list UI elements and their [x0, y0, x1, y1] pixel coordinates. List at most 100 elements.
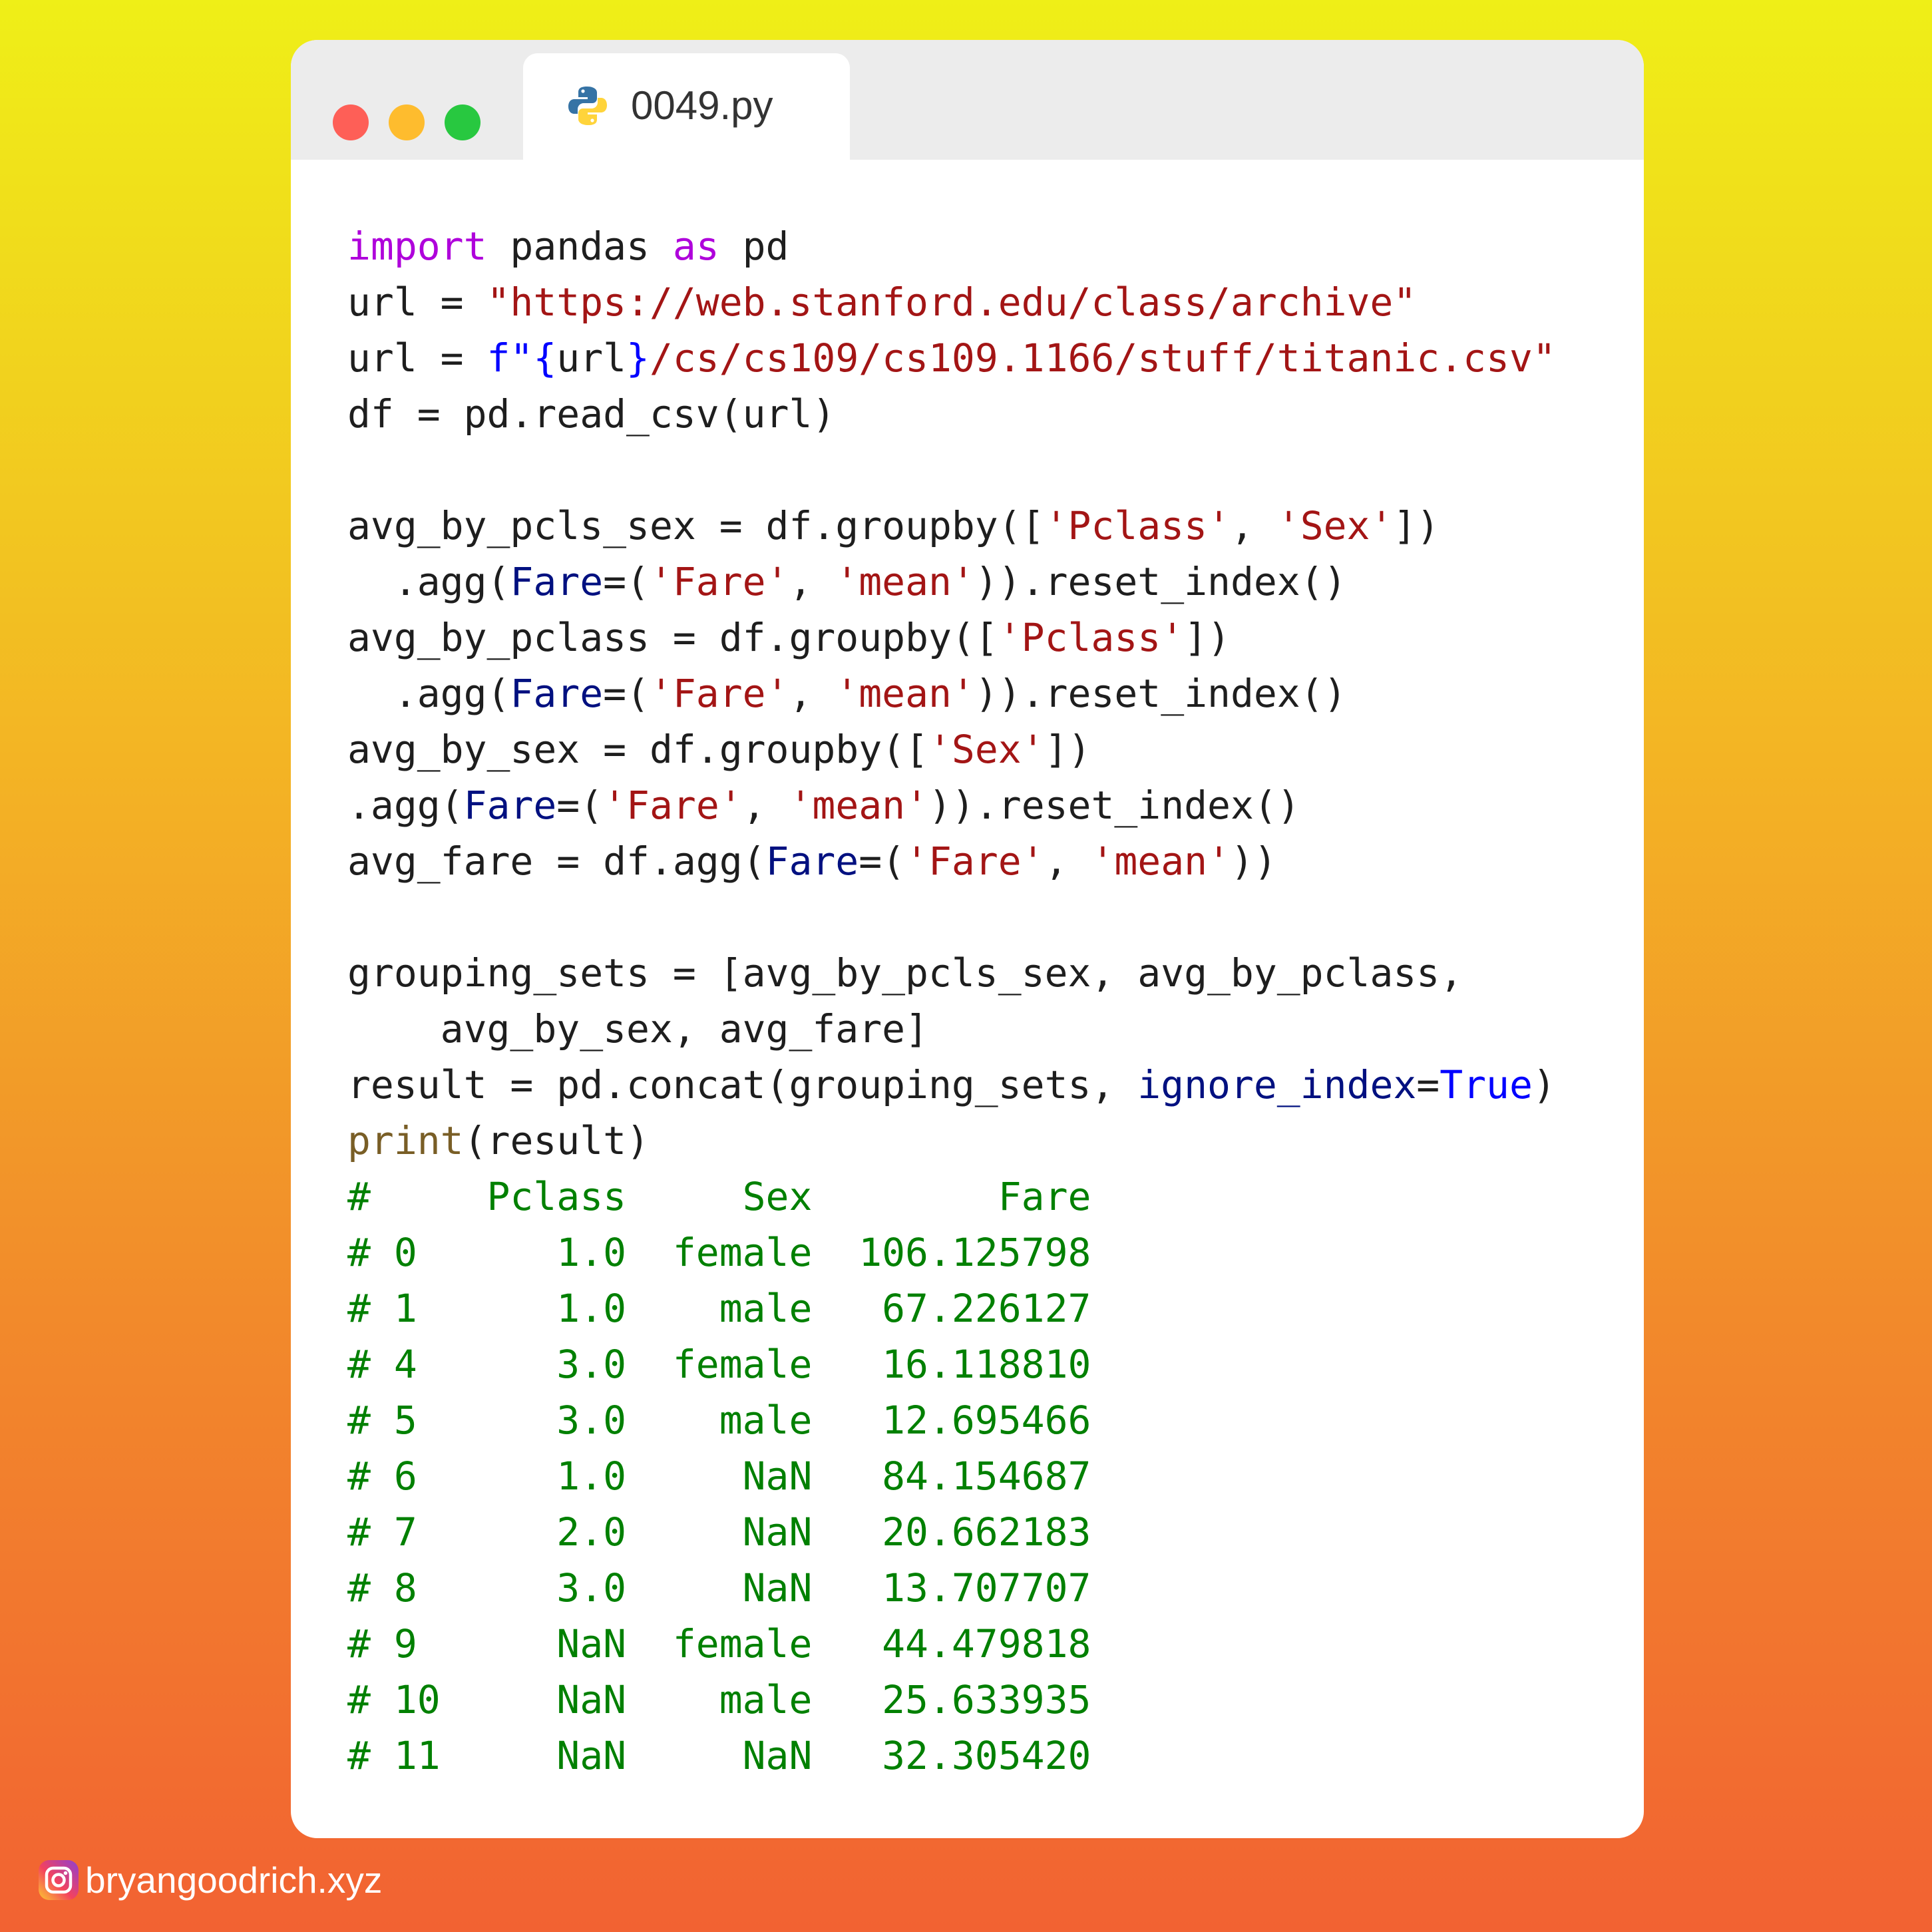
tab-title: 0049.py: [631, 83, 773, 128]
code-token: # 4 3.0 female 16.118810: [347, 1342, 1091, 1387]
code-token: Fare: [510, 671, 604, 716]
code-token: .agg(: [347, 783, 464, 828]
file-tab[interactable]: 0049.py: [523, 53, 850, 160]
code-line: grouping_sets = [avg_by_pcls_sex, avg_by…: [347, 945, 1556, 1001]
code-token: ,: [1230, 503, 1277, 548]
code-line: # 1 1.0 male 67.226127: [347, 1280, 1556, 1336]
code-token: 'mean': [1091, 839, 1231, 884]
code-token: {: [533, 335, 557, 381]
title-bar: 0049.py: [291, 40, 1644, 160]
code-token: .agg(: [347, 559, 510, 604]
minimize-dot[interactable]: [389, 104, 425, 140]
code-line: # 8 3.0 NaN 13.707707: [347, 1560, 1556, 1616]
code-token: # 0 1.0 female 106.125798: [347, 1230, 1091, 1275]
code-token: # 1 1.0 male 67.226127: [347, 1286, 1091, 1331]
code-token: grouping_sets = [avg_by_pcls_sex, avg_by…: [347, 950, 1463, 996]
code-token: ignore_index: [1137, 1062, 1417, 1107]
code-token: "https://web.stanford.edu/class/archive": [486, 280, 1417, 325]
code-editor[interactable]: import pandas as pd url = "https://web.st…: [347, 218, 1556, 1784]
code-token: True: [1440, 1062, 1533, 1107]
code-line: # 10 NaN male 25.633935: [347, 1672, 1556, 1728]
code-token: ): [1532, 1062, 1556, 1107]
code-token: (result): [463, 1118, 650, 1163]
code-line: url = f"{url}/cs/cs109/cs109.1166/stuff/…: [347, 330, 1556, 386]
code-line: # 0 1.0 female 106.125798: [347, 1225, 1556, 1280]
code-line: df = pd.read_csv(url): [347, 386, 1556, 442]
code-line: # 11 NaN NaN 32.305420: [347, 1728, 1556, 1784]
code-line: # 4 3.0 female 16.118810: [347, 1336, 1556, 1392]
code-token: 'Pclass': [998, 615, 1185, 660]
code-token: Fare: [510, 559, 604, 604]
code-token: =(: [603, 671, 650, 716]
code-line: url = "https://web.stanford.edu/class/ar…: [347, 274, 1556, 330]
code-token: # 7 2.0 NaN 20.662183: [347, 1509, 1091, 1555]
code-token: avg_by_pcls_sex = df.groupby([: [347, 503, 1045, 548]
code-line: avg_by_pclass = df.groupby(['Pclass']): [347, 610, 1556, 666]
code-line: .agg(Fare=('Fare', 'mean')).reset_index(…: [347, 666, 1556, 721]
code-line: avg_by_sex = df.groupby(['Sex']): [347, 721, 1556, 777]
python-icon: [568, 85, 608, 126]
code-token: ,: [789, 559, 836, 604]
code-token: # 6 1.0 NaN 84.154687: [347, 1453, 1091, 1499]
code-line: avg_by_pcls_sex = df.groupby(['Pclass', …: [347, 498, 1556, 554]
code-token: )): [1230, 839, 1277, 884]
code-token: =(: [556, 783, 604, 828]
code-line: # 7 2.0 NaN 20.662183: [347, 1504, 1556, 1560]
code-token: 'Sex': [1276, 503, 1394, 548]
code-token: ,: [1044, 839, 1091, 884]
code-token: result = pd.concat(grouping_sets,: [347, 1062, 1138, 1107]
code-line: avg_fare = df.agg(Fare=('Fare', 'mean')): [347, 833, 1556, 889]
code-token: ,: [742, 783, 789, 828]
code-token: # 11 NaN NaN 32.305420: [347, 1733, 1091, 1778]
code-token: }: [626, 335, 650, 381]
code-line: .agg(Fare=('Fare', 'mean')).reset_index(…: [347, 777, 1556, 833]
code-token: # 10 NaN male 25.633935: [347, 1677, 1091, 1722]
code-line: avg_by_sex, avg_fare]: [347, 1001, 1556, 1057]
code-token: ]): [1044, 727, 1091, 772]
code-token: pd: [719, 224, 789, 269]
code-token: # 9 NaN female 44.479818: [347, 1621, 1091, 1666]
code-token: =: [1416, 1062, 1440, 1107]
code-token: url =: [347, 280, 487, 325]
code-token: avg_by_sex, avg_fare]: [347, 1006, 928, 1052]
code-line: # 9 NaN female 44.479818: [347, 1616, 1556, 1672]
code-token: # 8 3.0 NaN 13.707707: [347, 1565, 1091, 1611]
code-token: import: [347, 224, 487, 269]
maximize-dot[interactable]: [445, 104, 481, 140]
code-token: 'Fare': [649, 559, 789, 604]
code-token: 'mean': [789, 783, 929, 828]
code-token: avg_fare = df.agg(: [347, 839, 766, 884]
code-token: pandas: [486, 224, 673, 269]
footer-handle-text: bryangoodrich.xyz: [85, 1859, 383, 1901]
code-token: )).reset_index(): [974, 671, 1347, 716]
code-token: .agg(: [347, 671, 510, 716]
code-token: 'Fare': [603, 783, 743, 828]
code-token: # 5 3.0 male 12.695466: [347, 1398, 1091, 1443]
code-token: ,: [789, 671, 836, 716]
code-token: )).reset_index(): [928, 783, 1300, 828]
code-token: ]): [1184, 615, 1231, 660]
code-token: avg_by_sex = df.groupby([: [347, 727, 928, 772]
code-token: /cs/cs109/cs109.1166/stuff/titanic.csv": [649, 335, 1556, 381]
code-token: # Pclass Sex Fare: [347, 1174, 1091, 1219]
code-token: url =: [347, 335, 487, 381]
code-token: f": [486, 335, 534, 381]
code-line: print(result): [347, 1113, 1556, 1169]
code-token: =(: [859, 839, 906, 884]
code-line: result = pd.concat(grouping_sets, ignore…: [347, 1057, 1556, 1113]
code-token: 'Fare': [649, 671, 789, 716]
code-token: print: [347, 1118, 464, 1163]
code-token: Fare: [765, 839, 859, 884]
code-line: # 5 3.0 male 12.695466: [347, 1392, 1556, 1448]
code-token: ]): [1393, 503, 1440, 548]
code-token: 'Pclass': [1044, 503, 1231, 548]
code-token: =(: [603, 559, 650, 604]
code-line: import pandas as pd: [347, 218, 1556, 274]
code-token: as: [672, 224, 719, 269]
code-token: df = pd.read_csv(url): [347, 391, 836, 437]
close-dot[interactable]: [333, 104, 369, 140]
code-token: 'Fare': [905, 839, 1045, 884]
code-line: # Pclass Sex Fare: [347, 1169, 1556, 1225]
